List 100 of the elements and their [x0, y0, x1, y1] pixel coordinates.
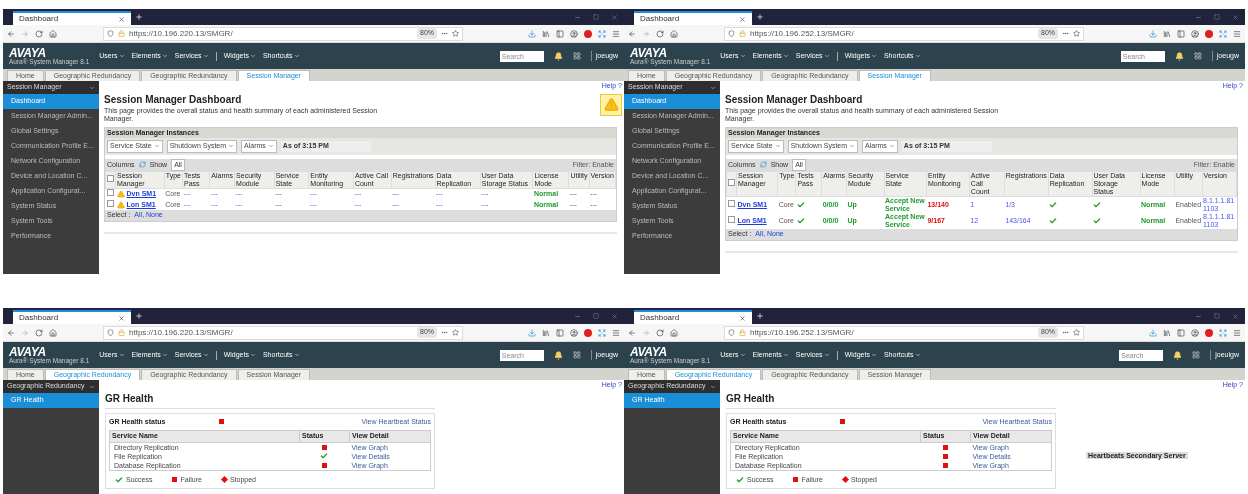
grid-icon[interactable]: [572, 52, 581, 60]
account-icon[interactable]: [1191, 29, 1199, 38]
maximize-icon[interactable]: [593, 13, 599, 20]
back-icon[interactable]: [628, 328, 636, 337]
forward-icon[interactable]: [642, 328, 650, 337]
maximize-icon[interactable]: [593, 312, 599, 319]
browser-tab[interactable]: Dashboard: [634, 11, 752, 25]
caret-icon: [118, 352, 125, 358]
close-icon[interactable]: [1232, 312, 1239, 320]
new-tab-icon[interactable]: [135, 312, 143, 320]
new-tab-icon[interactable]: [756, 312, 764, 320]
checkbox[interactable]: [106, 189, 114, 196]
shield-icon: [728, 30, 735, 37]
home-icon[interactable]: [670, 328, 678, 337]
checkbox[interactable]: [728, 178, 735, 186]
library-icon[interactable]: [1163, 29, 1171, 38]
sidebar-icon[interactable]: [556, 328, 564, 337]
reload-icon[interactable]: [656, 328, 664, 337]
browser-tab[interactable]: Dashboard: [634, 310, 752, 324]
notification-icon[interactable]: [1173, 350, 1183, 360]
forward-icon[interactable]: [642, 29, 650, 38]
account-icon[interactable]: [570, 29, 578, 38]
maximize-icon[interactable]: [1214, 312, 1220, 319]
menu-icon[interactable]: [1233, 29, 1241, 38]
bookmark-icon[interactable]: [452, 30, 459, 37]
maximize-icon[interactable]: [1214, 13, 1220, 20]
reload-icon[interactable]: [35, 328, 43, 337]
caret-icon: [782, 352, 789, 358]
reload-icon[interactable]: [656, 29, 664, 38]
stop-icon[interactable]: [1205, 328, 1213, 337]
library-icon[interactable]: [1163, 328, 1171, 337]
forward-icon[interactable]: [21, 328, 29, 337]
close-icon[interactable]: [1232, 13, 1239, 21]
collapse-icon[interactable]: [710, 84, 716, 91]
close-tab-icon[interactable]: [118, 15, 125, 23]
collapse-icon[interactable]: [89, 84, 95, 91]
new-tab-icon[interactable]: [756, 13, 764, 21]
close-icon[interactable]: [611, 312, 618, 320]
back-icon[interactable]: [628, 29, 636, 38]
reload-icon[interactable]: [35, 29, 43, 38]
download-icon[interactable]: [1149, 29, 1157, 38]
logo: AVAYA: [9, 345, 46, 358]
account-icon[interactable]: [570, 328, 578, 337]
caret-icon: [153, 143, 160, 150]
browser-tab[interactable]: Dashboard: [13, 11, 131, 25]
shield-icon: [107, 329, 114, 336]
bookmark-icon[interactable]: [452, 329, 459, 336]
library-icon[interactable]: [542, 29, 550, 38]
page-title: Session Manager Dashboard: [725, 92, 863, 107]
new-tab-icon[interactable]: [135, 13, 143, 21]
notification-icon[interactable]: [553, 350, 563, 360]
refresh-icon[interactable]: [138, 161, 146, 169]
back-icon[interactable]: [7, 328, 15, 337]
library-icon[interactable]: [542, 328, 550, 337]
alert-badge[interactable]: [600, 93, 622, 116]
close-tab-icon[interactable]: [739, 314, 746, 322]
caret-icon: [782, 53, 789, 59]
home-icon[interactable]: [49, 29, 57, 38]
forward-icon[interactable]: [21, 29, 29, 38]
menu-icon[interactable]: [1233, 328, 1241, 337]
sidebar-icon[interactable]: [1177, 29, 1185, 38]
home-icon[interactable]: [49, 328, 57, 337]
notification-icon[interactable]: [1174, 51, 1184, 61]
menu-icon[interactable]: [612, 29, 620, 38]
page-title: Session Manager Dashboard: [104, 92, 242, 107]
sidebar-icon[interactable]: [556, 29, 564, 38]
close-icon[interactable]: [611, 13, 618, 21]
grid-icon[interactable]: [572, 351, 581, 359]
menu-icon[interactable]: [612, 328, 620, 337]
stop-icon[interactable]: [584, 328, 592, 337]
checkbox[interactable]: [107, 174, 114, 182]
bookmark-icon[interactable]: [1073, 329, 1080, 336]
close-tab-icon[interactable]: [118, 314, 125, 322]
caret-icon: [202, 352, 209, 358]
url-text: https://10.196.220.13/SMGR/: [129, 27, 233, 40]
close-tab-icon[interactable]: [739, 15, 746, 23]
notification-icon[interactable]: [553, 51, 563, 61]
grid-icon[interactable]: [1192, 351, 1201, 359]
caret-icon: [267, 143, 274, 150]
download-icon[interactable]: [1149, 328, 1157, 337]
home-icon[interactable]: [670, 29, 678, 38]
download-icon[interactable]: [528, 328, 536, 337]
account-icon[interactable]: [1191, 328, 1199, 337]
refresh-icon[interactable]: [759, 161, 767, 169]
collapse-icon[interactable]: [710, 383, 716, 390]
lock-icon: [118, 329, 125, 336]
sidebar-icon[interactable]: [1177, 328, 1185, 337]
checkbox[interactable]: [106, 199, 114, 207]
back-icon[interactable]: [7, 29, 15, 38]
bookmark-icon[interactable]: [1073, 30, 1080, 37]
checkbox[interactable]: [727, 199, 735, 207]
collapse-icon[interactable]: [89, 383, 95, 390]
browser-tab[interactable]: Dashboard: [13, 310, 131, 324]
caret-icon: [888, 143, 895, 150]
checkbox[interactable]: [727, 215, 735, 223]
download-icon[interactable]: [528, 29, 536, 38]
stop-icon[interactable]: [584, 29, 592, 38]
grid-icon[interactable]: [1193, 52, 1202, 60]
shield-icon: [728, 329, 735, 336]
stop-icon[interactable]: [1205, 29, 1213, 38]
